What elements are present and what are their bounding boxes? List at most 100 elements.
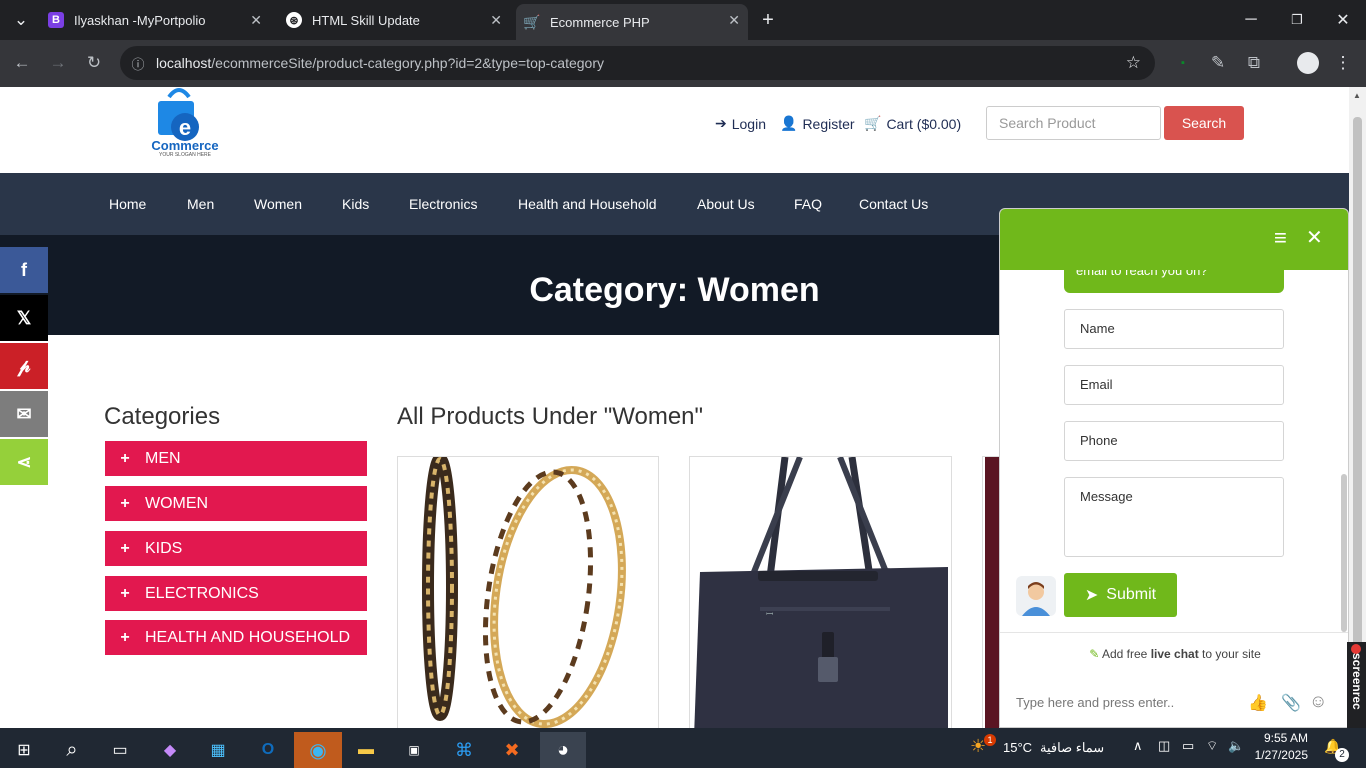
site-logo[interactable]: e Commerce YOUR SLOGAN HERE [145, 87, 225, 159]
windows-taskbar: ⊞ ⌕ ▭ ◆ ▦ O ◉ ▬ ▣ ⌘ ✖ ◕ ☀ 1 15°C سماء صا… [0, 728, 1366, 768]
x-icon: 𝕏 [16, 307, 32, 328]
chat-submit-button[interactable]: ➤ Submit [1064, 573, 1177, 617]
outlook-icon[interactable]: O [246, 732, 290, 768]
vscode-icon[interactable]: ⌘ [442, 732, 486, 768]
login-link[interactable]: ➔ Login [715, 115, 766, 132]
category-kids[interactable]: + KIDS [105, 531, 367, 566]
back-icon[interactable]: ← [7, 48, 37, 78]
tray-device-icon[interactable]: ◫ [1158, 738, 1170, 754]
nav-electronics[interactable]: Electronics [409, 173, 477, 235]
new-tab-icon[interactable]: + [753, 5, 783, 35]
nav-contact-us[interactable]: Contact Us [859, 173, 928, 235]
chat-input[interactable]: Type here and press enter.. [1016, 695, 1174, 710]
nav-home[interactable]: Home [109, 173, 146, 235]
hamburger-menu-icon[interactable]: ≡ [1274, 227, 1287, 249]
reload-icon[interactable]: ↻ [79, 48, 109, 78]
close-chat-icon[interactable]: ✕ [1306, 227, 1323, 249]
nav-kids[interactable]: Kids [342, 173, 369, 235]
restore-icon[interactable]: ❐ [1274, 0, 1320, 40]
address-bar[interactable]: ⓘ localhost/ecommerceSite/product-catego… [120, 46, 1155, 80]
chat-message-field[interactable]: Message [1064, 477, 1284, 557]
category-women[interactable]: + WOMEN [105, 486, 367, 521]
products-heading: All Products Under "Women" [397, 403, 704, 430]
live-chat-promo[interactable]: ✎ Add free live chat to your site [1000, 647, 1348, 661]
chat-email-field[interactable]: Email [1064, 365, 1284, 405]
tray-chevron-icon[interactable]: ∧ [1133, 738, 1143, 754]
nav-men[interactable]: Men [187, 173, 214, 235]
search-input[interactable]: Search Product [986, 106, 1161, 140]
copilot-icon[interactable]: ◆ [148, 732, 192, 768]
logo-text: Commerce [151, 138, 219, 153]
nav-about-us[interactable]: About Us [697, 173, 755, 235]
close-tab-icon[interactable]: ✕ [250, 12, 262, 29]
agent-avatar [1016, 576, 1056, 616]
eyedropper-icon[interactable]: ✎ [1203, 48, 1233, 78]
email-share-button[interactable]: ✉ [0, 391, 48, 437]
wifi-icon[interactable]: ⌔ [1206, 738, 1218, 754]
cart-favicon-icon: 🛒 [523, 13, 541, 30]
search-icon[interactable]: ⌕ [50, 732, 94, 768]
browser-toolbar: ← → ↻ ⓘ localhost/ecommerceSite/product-… [0, 40, 1366, 87]
bookmark-star-icon[interactable]: ☆ [1126, 53, 1141, 73]
microsoft-store-icon[interactable]: ▦ [196, 732, 240, 768]
chat-name-field[interactable]: Name [1064, 309, 1284, 349]
cart-icon: 🛒 [864, 115, 882, 131]
menu-kebab-icon[interactable]: ⋮ [1328, 48, 1358, 78]
category-men[interactable]: + MEN [105, 441, 367, 476]
clock-date[interactable]: 1/27/2025 [1244, 748, 1308, 762]
task-view-icon[interactable]: ▭ [98, 732, 142, 768]
attachment-icon[interactable]: 📎 [1281, 693, 1301, 713]
category-health-household[interactable]: + HEALTH AND HOUSEHOLD [105, 620, 367, 655]
tab-html-skill[interactable]: ⊛ HTML Skill Update ✕ [278, 0, 510, 40]
site-info-icon[interactable]: ⓘ [120, 54, 156, 73]
scroll-up-icon[interactable]: ▲ [1353, 91, 1361, 100]
category-electronics[interactable]: + ELECTRONICS [105, 576, 367, 611]
windows-start-icon[interactable]: ⊞ [2, 732, 46, 768]
chat-phone-field[interactable]: Phone [1064, 421, 1284, 461]
terminal-icon[interactable]: ▣ [392, 732, 436, 768]
extensions-puzzle-icon[interactable]: ⧉ [1239, 48, 1269, 78]
volume-icon[interactable]: 🔈 [1228, 738, 1244, 754]
forward-icon[interactable]: → [43, 48, 73, 78]
file-explorer-icon[interactable]: ▬ [344, 732, 388, 768]
plus-icon: + [120, 494, 130, 512]
facebook-share-button[interactable]: f [0, 247, 48, 293]
earrings-product-image [422, 457, 626, 728]
product-card[interactable] [397, 456, 659, 728]
tab-ecommerce[interactable]: 🛒 Ecommerce PHP ✕ [516, 4, 748, 40]
close-window-icon[interactable]: ✕ [1320, 0, 1366, 40]
scrollbar-thumb[interactable] [1353, 117, 1362, 717]
x-share-button[interactable]: 𝕏 [0, 295, 48, 341]
search-button[interactable]: Search [1164, 106, 1244, 140]
logo-slogan: YOUR SLOGAN HERE [159, 152, 211, 158]
chrome-icon[interactable]: ◕ [540, 732, 586, 768]
tab-search-chevron-icon[interactable]: ⌄ [6, 5, 36, 35]
plus-icon: + [120, 539, 130, 557]
weather-temperature[interactable]: 15°C [1003, 740, 1032, 755]
xampp-icon[interactable]: ✖ [490, 732, 534, 768]
bootstrap-favicon-icon: B [48, 12, 64, 28]
page-scrollbar[interactable]: ▲ [1349, 87, 1366, 728]
product-card[interactable]: ꟷ [689, 456, 952, 728]
close-tab-icon[interactable]: ✕ [728, 12, 740, 29]
tab-portfolio[interactable]: B Ilyaskhan -MyPortpolio ✕ [40, 0, 270, 40]
share-button[interactable]: ⋖ [0, 439, 48, 485]
minimize-icon[interactable]: ─ [1228, 0, 1274, 40]
chat-scrollbar[interactable] [1341, 474, 1347, 632]
weather-description[interactable]: سماء صافية [1040, 740, 1104, 756]
profile-avatar-icon[interactable] [1297, 52, 1319, 74]
clock-time[interactable]: 9:55 AM [1252, 731, 1308, 745]
emoji-icon[interactable]: ☺ [1309, 691, 1327, 712]
edge-icon[interactable]: ◉ [294, 732, 342, 768]
nav-faq[interactable]: FAQ [794, 173, 822, 235]
close-tab-icon[interactable]: ✕ [490, 12, 502, 29]
weather-badge: 1 [984, 734, 996, 746]
extension-green-icon[interactable]: ▪ [1168, 48, 1198, 78]
nav-health-household[interactable]: Health and Household [518, 173, 657, 235]
thumbs-up-icon[interactable]: 👍 [1248, 693, 1268, 713]
battery-icon[interactable]: ▭ [1182, 738, 1194, 754]
nav-women[interactable]: Women [254, 173, 302, 235]
pinterest-share-button[interactable]: 𝓅 [0, 343, 48, 389]
register-link[interactable]: 👤 Register [780, 115, 855, 132]
cart-link[interactable]: 🛒 Cart ($0.00) [864, 115, 961, 132]
